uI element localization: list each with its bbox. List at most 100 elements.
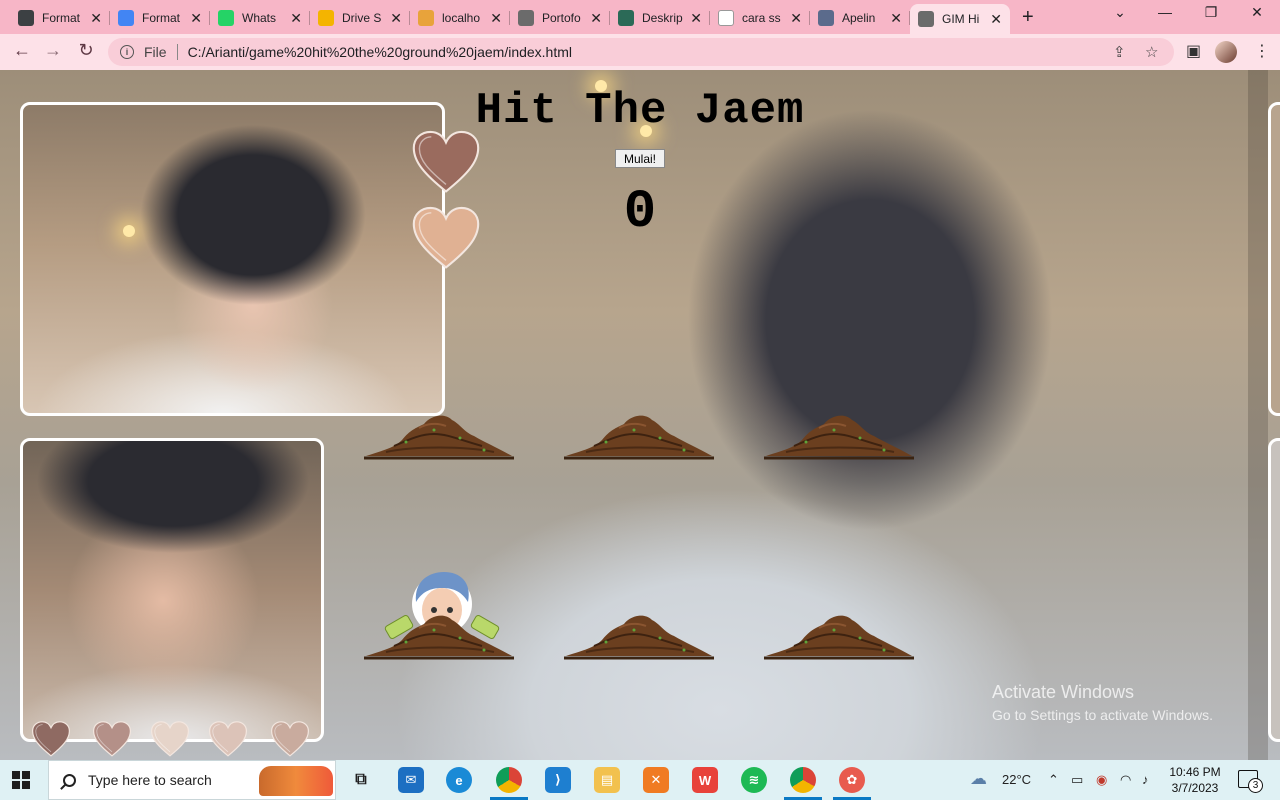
weather-temp[interactable]: 22°C — [1002, 772, 1031, 787]
forward-button[interactable]: → — [41, 40, 65, 61]
photo-light — [123, 225, 135, 237]
mail-icon[interactable]: ✉ — [398, 767, 424, 793]
tab-1[interactable]: Format ✕ — [110, 4, 210, 32]
url-scheme: File — [144, 44, 167, 60]
side-panel-icon[interactable]: ▣ — [1186, 41, 1201, 61]
edge-icon[interactable]: e — [446, 767, 472, 793]
profile-avatar[interactable] — [1215, 41, 1237, 63]
life-heart-icon — [411, 128, 481, 201]
tab-close-icon[interactable]: ✕ — [990, 11, 1002, 28]
tab-search-icon[interactable]: ⌄ — [1100, 4, 1140, 21]
chevron-up-icon[interactable]: ⌃ — [1048, 772, 1059, 788]
chrome-icon[interactable] — [496, 767, 522, 793]
google-icon — [718, 10, 734, 26]
photo-frame-top-right — [1268, 102, 1280, 416]
search-placeholder: Type here to search — [88, 772, 212, 788]
hole-1[interactable] — [364, 370, 514, 460]
tab-0[interactable]: Format ✕ — [10, 4, 110, 32]
security-icon[interactable]: ◉ — [1096, 772, 1107, 788]
app-icon[interactable]: ✿ — [839, 767, 865, 793]
life-heart-icon — [92, 718, 132, 760]
url-text[interactable]: C:/Arianti/game%20hit%20the%20ground%20j… — [188, 44, 572, 60]
life-heart-icon — [270, 718, 310, 760]
search-icon — [63, 773, 76, 787]
tab-label: localho — [442, 11, 481, 25]
tab-8[interactable]: Apelin ✕ — [810, 4, 910, 32]
spotify-icon[interactable]: ≋ — [741, 767, 767, 793]
life-heart-icon — [411, 204, 481, 277]
dirt-mound-icon — [364, 410, 514, 460]
menu-kebab-icon[interactable]: ⋮ — [1254, 41, 1270, 61]
reload-button[interactable]: ↻ — [74, 40, 98, 61]
photo-frame-bottom-right — [1268, 438, 1280, 742]
hole-2[interactable] — [564, 370, 714, 460]
volume-icon[interactable]: ♪ — [1142, 772, 1149, 787]
tab-label: Whats — [242, 11, 277, 25]
tab-label: Format — [42, 11, 81, 25]
tab-label: Apelin — [842, 11, 876, 25]
tab-close-icon[interactable]: ✕ — [690, 10, 702, 27]
hole-3[interactable] — [764, 370, 914, 460]
vscode-icon[interactable]: ⟩ — [545, 767, 571, 793]
app-icon — [818, 10, 834, 26]
dirt-mound-icon — [564, 410, 714, 460]
hole-6[interactable] — [764, 570, 914, 660]
docs-icon — [118, 10, 134, 26]
wifi-icon[interactable]: ◠ — [1120, 772, 1131, 788]
windows-start-icon[interactable] — [12, 771, 30, 789]
clock-date: 3/7/2023 — [1171, 781, 1219, 795]
dirt-mound-icon — [564, 610, 714, 660]
classroom-icon — [18, 10, 34, 26]
tab-close-icon[interactable]: ✕ — [590, 10, 602, 27]
tab-close-icon[interactable]: ✕ — [490, 10, 502, 27]
clock-time: 10:46 PM — [1169, 765, 1221, 779]
tab-label: cara ss — [742, 11, 781, 25]
hole-4[interactable] — [364, 570, 514, 660]
tab-label: Portofo — [542, 11, 581, 25]
tab-5[interactable]: Portofo ✕ — [510, 4, 610, 32]
tab-6[interactable]: Deskrip ✕ — [610, 4, 710, 32]
photo-frame-bottom-left — [20, 438, 324, 742]
life-heart-icon — [150, 718, 190, 760]
tab-close-icon[interactable]: ✕ — [290, 10, 302, 27]
tab-close-icon[interactable]: ✕ — [790, 10, 802, 27]
new-tab-button[interactable]: + — [1022, 6, 1034, 29]
hole-5[interactable] — [564, 570, 714, 660]
tab-9[interactable]: GIM Hi ✕ — [910, 4, 1010, 34]
notification-count: 3 — [1248, 778, 1263, 793]
tab-close-icon[interactable]: ✕ — [90, 10, 102, 27]
tab-2[interactable]: Whats ✕ — [210, 4, 310, 32]
wps-icon[interactable]: W — [692, 767, 718, 793]
file-explorer-icon[interactable]: ▤ — [594, 767, 620, 793]
score-display: 0 — [623, 182, 657, 243]
restore-button[interactable]: ❐ — [1191, 4, 1231, 21]
close-window-button[interactable]: ✕ — [1237, 4, 1277, 21]
search-highlight-icon — [259, 766, 333, 796]
minimize-button[interactable]: — — [1145, 4, 1185, 20]
tab-label: Deskrip — [642, 11, 683, 25]
background-edge — [1248, 70, 1268, 760]
toolbar: ← → ↻ i File C:/Arianti/game%20hit%20the… — [0, 34, 1280, 70]
tab-close-icon[interactable]: ✕ — [190, 10, 202, 27]
task-view-icon[interactable]: ⧉ — [348, 767, 374, 793]
tab-7[interactable]: cara ss ✕ — [710, 4, 810, 32]
taskbar-search[interactable]: Type here to search — [48, 760, 336, 800]
address-bar[interactable]: i File C:/Arianti/game%20hit%20the%20gro… — [108, 38, 1174, 66]
clock[interactable]: 10:46 PM 3/7/2023 — [1166, 764, 1224, 796]
bookmark-star-icon[interactable]: ☆ — [1145, 43, 1158, 61]
tab-strip: Format ✕ Format ✕ Whats ✕ Drive S ✕ localho ✕ Port… — [0, 0, 1280, 34]
site-info-icon[interactable]: i — [120, 45, 134, 59]
watermark-title: Activate Windows — [992, 682, 1135, 702]
globe-icon — [918, 11, 934, 27]
tab-3[interactable]: Drive S ✕ — [310, 4, 410, 32]
tab-close-icon[interactable]: ✕ — [890, 10, 902, 27]
chrome-profile-icon[interactable] — [790, 767, 816, 793]
battery-icon[interactable]: ▭ — [1071, 772, 1083, 788]
tab-4[interactable]: localho ✕ — [410, 4, 510, 32]
back-button[interactable]: ← — [10, 40, 34, 61]
share-icon[interactable]: ⇪ — [1113, 43, 1126, 61]
weather-icon[interactable]: ☁ — [970, 769, 987, 789]
tab-close-icon[interactable]: ✕ — [390, 10, 402, 27]
start-button[interactable]: Mulai! — [615, 149, 665, 168]
xampp-icon[interactable]: ✕ — [643, 767, 669, 793]
